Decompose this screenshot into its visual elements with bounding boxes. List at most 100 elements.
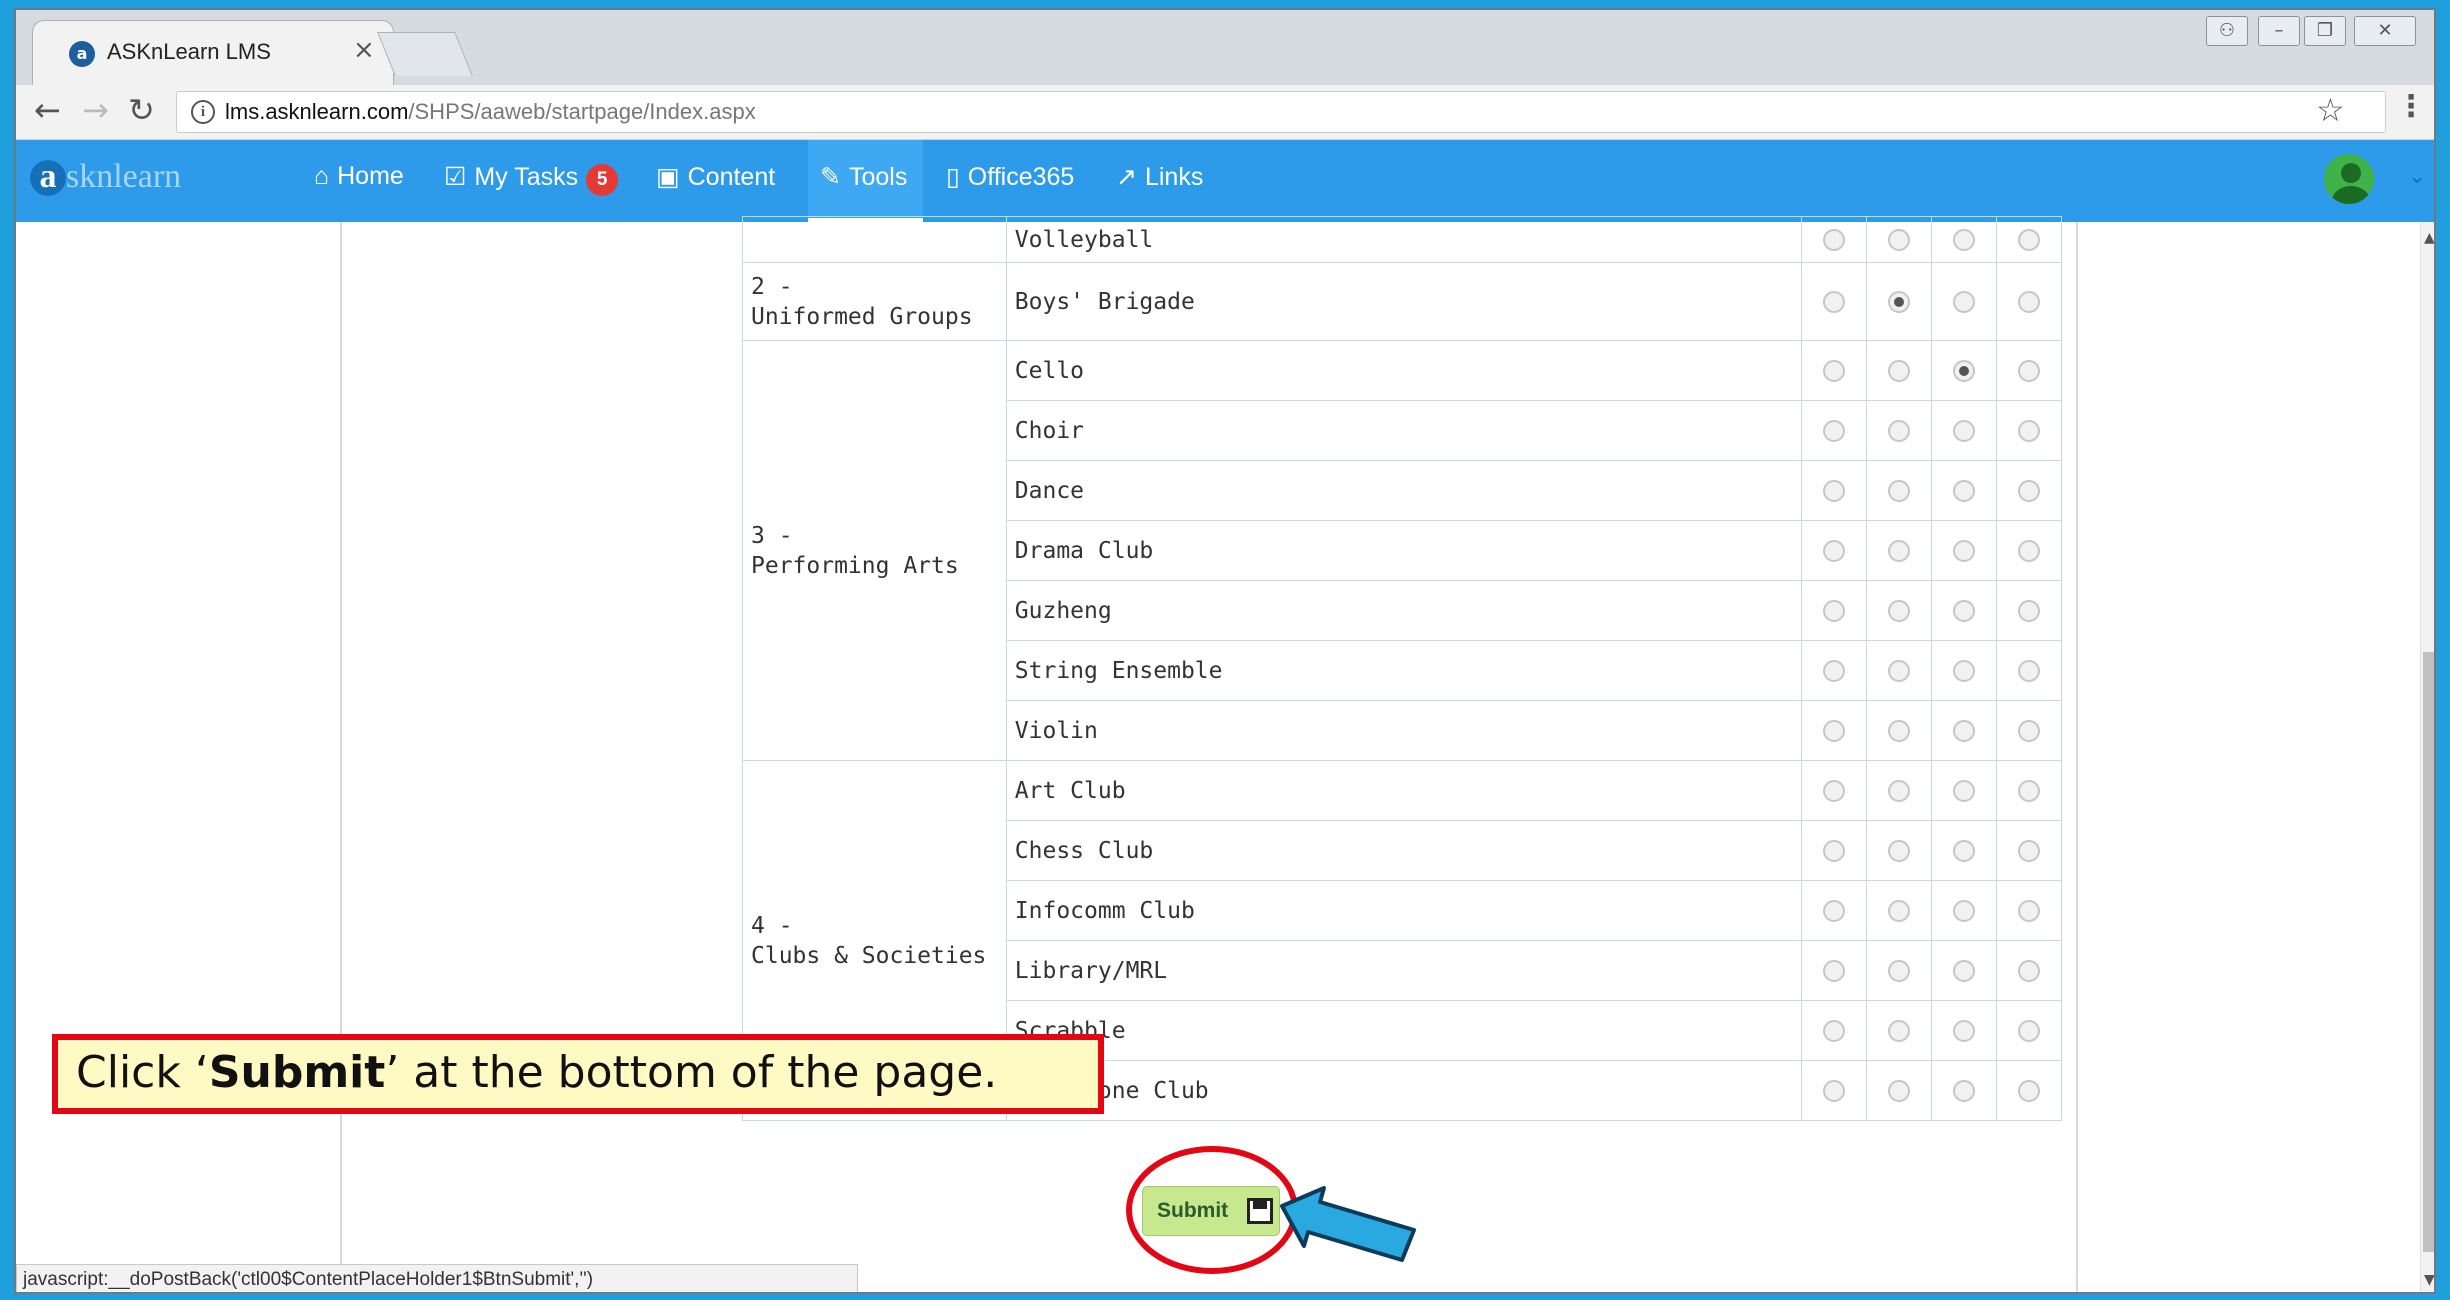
minimize-icon[interactable]: –: [2258, 16, 2300, 46]
choice-cell: [1931, 520, 1998, 581]
nav-content[interactable]: ▣ Content: [656, 162, 775, 192]
choice-4-radio[interactable]: [2018, 960, 2040, 982]
choice-4-radio[interactable]: [2018, 1020, 2040, 1042]
choice-3-radio[interactable]: [1953, 600, 1976, 622]
scroll-up-icon[interactable]: ▲: [2424, 230, 2434, 246]
choice-cell: [1931, 700, 1998, 761]
choice-1-radio[interactable]: [1823, 720, 1846, 742]
choice-3-radio[interactable]: [1953, 660, 1976, 682]
nav-office365[interactable]: ▯ Office365: [946, 162, 1074, 192]
choice-2-radio[interactable]: [1888, 480, 1911, 502]
submit-button[interactable]: Submit: [1142, 1186, 1280, 1236]
choice-2-radio[interactable]: [1888, 540, 1911, 562]
choice-3-radio[interactable]: [1953, 840, 1976, 862]
choice-1-radio[interactable]: [1823, 660, 1846, 682]
asknlearn-logo[interactable]: a sknlearn: [30, 158, 181, 196]
choice-3-radio[interactable]: [1953, 780, 1976, 802]
choice-4-radio[interactable]: [2018, 420, 2040, 442]
user-switch-icon[interactable]: ⚇: [2206, 16, 2248, 46]
scroll-down-icon[interactable]: ▼: [2424, 1272, 2434, 1288]
close-window-icon[interactable]: ✕: [2354, 16, 2416, 46]
back-arrow-icon[interactable]: ←: [34, 91, 61, 129]
nav-my-tasks[interactable]: ☑ My Tasks 5: [444, 162, 619, 196]
choice-4-radio[interactable]: [2018, 840, 2040, 862]
right-column-divider: [2076, 222, 2078, 1292]
choice-4-radio[interactable]: [2018, 900, 2040, 922]
choice-2-radio[interactable]: [1888, 660, 1911, 682]
choice-2-radio[interactable]: [1888, 720, 1911, 742]
choice-1-radio[interactable]: [1823, 360, 1846, 382]
choice-2-radio[interactable]: [1888, 1080, 1911, 1102]
choice-4-radio[interactable]: [2018, 780, 2040, 802]
restore-icon[interactable]: ❐: [2304, 16, 2346, 46]
choice-2-radio[interactable]: [1888, 229, 1911, 251]
choice-3-radio[interactable]: [1953, 360, 1976, 382]
choice-4-radio[interactable]: [2018, 480, 2040, 502]
choice-4-radio[interactable]: [2018, 600, 2040, 622]
choice-3-radio[interactable]: [1953, 1080, 1976, 1102]
choice-1-radio[interactable]: [1823, 960, 1846, 982]
choice-1-radio[interactable]: [1823, 780, 1846, 802]
choice-2-radio[interactable]: [1888, 780, 1911, 802]
activity-name: Boys' Brigade: [1005, 262, 1803, 341]
choice-3-radio[interactable]: [1953, 291, 1976, 313]
forward-arrow-icon[interactable]: →: [82, 91, 109, 129]
tab-title: ASKnLearn LMS: [107, 39, 271, 64]
choice-1-radio[interactable]: [1823, 291, 1846, 313]
choice-1-radio[interactable]: [1823, 1080, 1846, 1102]
choice-3-radio[interactable]: [1953, 540, 1976, 562]
scrollbar-thumb[interactable]: [2423, 652, 2434, 1252]
choice-4-radio[interactable]: [2018, 540, 2040, 562]
choice-3-radio[interactable]: [1953, 1020, 1976, 1042]
choice-3-radio[interactable]: [1953, 420, 1976, 442]
choice-1-radio[interactable]: [1823, 420, 1846, 442]
choice-1-radio[interactable]: [1823, 540, 1846, 562]
choice-3-radio[interactable]: [1953, 720, 1976, 742]
choice-3-radio[interactable]: [1953, 480, 1976, 502]
choice-2-radio[interactable]: [1888, 1020, 1911, 1042]
choice-cell: [1866, 700, 1933, 761]
reload-icon[interactable]: ↻: [128, 91, 155, 129]
nav-tools[interactable]: ✎ Tools: [808, 140, 924, 222]
choice-3-radio[interactable]: [1953, 960, 1976, 982]
choice-cell: [1801, 580, 1868, 641]
choice-4-radio[interactable]: [2018, 660, 2040, 682]
choice-cell: [1996, 760, 2062, 821]
choice-1-radio[interactable]: [1823, 1020, 1846, 1042]
choice-4-radio[interactable]: [2018, 1080, 2040, 1102]
browser-menu-icon[interactable]: ⋮: [2396, 89, 2426, 124]
browser-tab[interactable]: a ASKnLearn LMS ×: [32, 20, 394, 85]
choice-3-radio[interactable]: [1953, 900, 1976, 922]
choice-cell: [1801, 1060, 1868, 1121]
info-icon[interactable]: i: [191, 100, 215, 124]
choice-4-radio[interactable]: [2018, 360, 2040, 382]
choice-1-radio[interactable]: [1823, 229, 1846, 251]
choice-cell: [1801, 1000, 1868, 1061]
user-avatar[interactable]: [2322, 152, 2376, 206]
choice-2-radio[interactable]: [1888, 291, 1911, 313]
choice-1-radio[interactable]: [1823, 480, 1846, 502]
nav-links[interactable]: ↗ Links: [1116, 162, 1203, 192]
choice-1-radio[interactable]: [1823, 840, 1846, 862]
vertical-scrollbar[interactable]: ▲ ▼: [2420, 222, 2434, 1292]
choice-2-radio[interactable]: [1888, 900, 1911, 922]
chevron-down-icon[interactable]: ⌄: [2408, 164, 2426, 189]
url-input[interactable]: i lms.asknlearn.com/SHPS/aaweb/startpage…: [176, 91, 2386, 133]
choice-2-radio[interactable]: [1888, 360, 1911, 382]
choice-2-radio[interactable]: [1888, 600, 1911, 622]
choice-4-radio[interactable]: [2018, 720, 2040, 742]
tab-close-icon[interactable]: ×: [353, 35, 375, 65]
choice-2-radio[interactable]: [1888, 960, 1911, 982]
choice-cell: [1866, 940, 1933, 1001]
choice-3-radio[interactable]: [1953, 229, 1976, 251]
choice-4-radio[interactable]: [2018, 291, 2040, 313]
choice-2-radio[interactable]: [1888, 420, 1911, 442]
choice-4-radio[interactable]: [2018, 229, 2040, 251]
choice-1-radio[interactable]: [1823, 900, 1846, 922]
bookmark-star-icon[interactable]: ☆: [2316, 91, 2345, 129]
choice-1-radio[interactable]: [1823, 600, 1846, 622]
choice-cell: [1866, 216, 1933, 263]
choice-2-radio[interactable]: [1888, 840, 1911, 862]
nav-home[interactable]: ⌂ Home: [314, 162, 404, 191]
new-tab-button[interactable]: [377, 32, 473, 76]
